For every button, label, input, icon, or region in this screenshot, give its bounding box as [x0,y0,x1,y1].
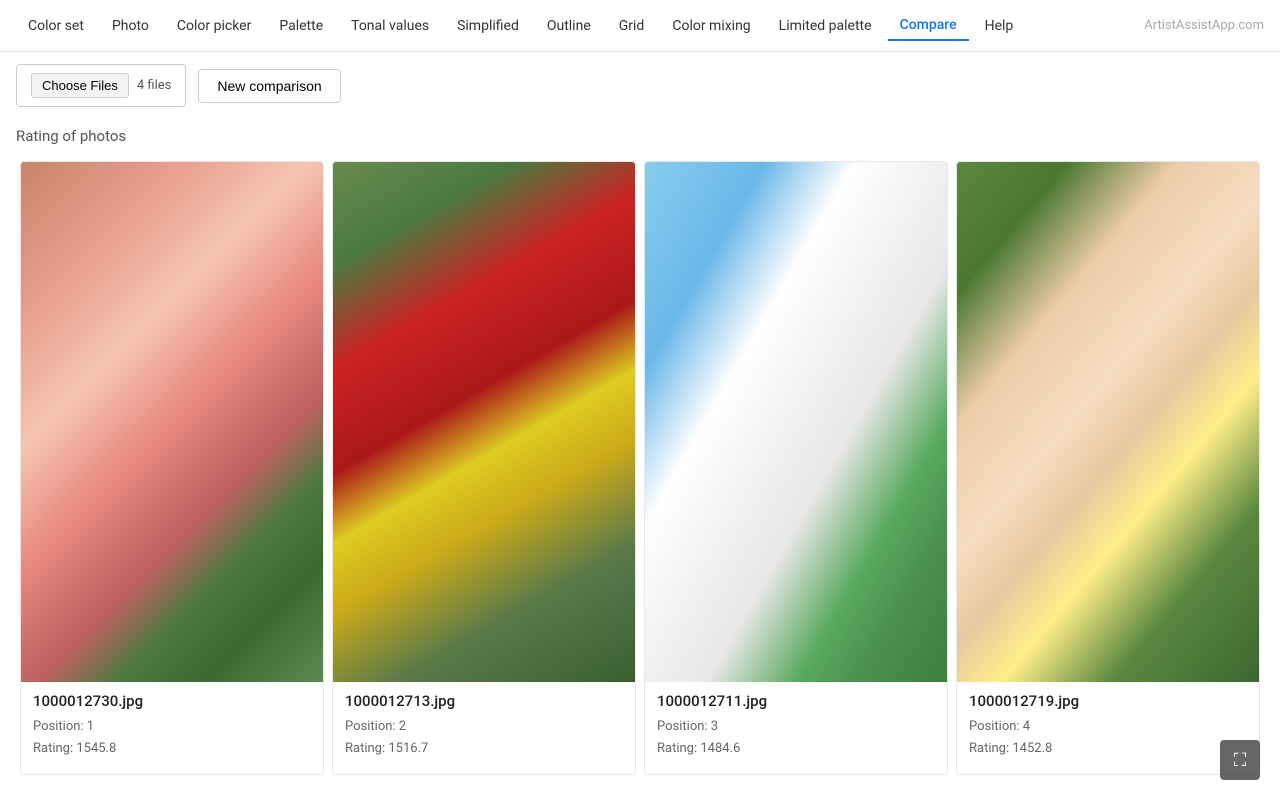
photo-info: 1000012730.jpg Position: 1 Rating: 1545.8 [21,682,323,774]
nav-item-help[interactable]: Help [973,12,1026,40]
section-title: Rating of photos [0,119,1280,157]
photo-card[interactable]: 1000012730.jpg Position: 1 Rating: 1545.8 [20,161,324,775]
nav-item-tonal-values[interactable]: Tonal values [339,12,441,40]
photo-rating: Rating: 1516.7 [345,741,428,756]
photo-card[interactable]: 1000012711.jpg Position: 3 Rating: 1484.6 [644,161,948,775]
nav-item-limited-palette[interactable]: Limited palette [767,12,884,40]
photo-filename: 1000012713.jpg [345,692,623,710]
photo-position: Position: 2 [345,719,406,734]
photo-filename: 1000012719.jpg [969,692,1247,710]
photo-rating: Rating: 1484.6 [657,741,740,756]
photo-card[interactable]: 1000012713.jpg Position: 2 Rating: 1516.7 [332,161,636,775]
choose-files-label[interactable]: Choose Files 4 files [16,64,186,107]
nav-item-compare[interactable]: Compare [888,11,969,41]
photo-meta: Position: 1 Rating: 1545.8 [33,716,311,760]
file-count: 4 files [137,78,172,93]
toolbar: Choose Files 4 files New comparison [0,52,1280,119]
photo-meta: Position: 3 Rating: 1484.6 [657,716,935,760]
photo-thumbnail-3 [645,162,947,682]
fullscreen-icon: ⛶ [1234,750,1247,771]
photo-meta: Position: 2 Rating: 1516.7 [345,716,623,760]
new-comparison-button[interactable]: New comparison [198,69,340,103]
photo-info: 1000012713.jpg Position: 2 Rating: 1516.7 [333,682,635,774]
app-logo: ArtistAssistApp.com [1144,18,1264,33]
photo-info: 1000012711.jpg Position: 3 Rating: 1484.6 [645,682,947,774]
photo-info: 1000012719.jpg Position: 4 Rating: 1452.8 [957,682,1259,774]
photo-position: Position: 1 [33,719,94,734]
photo-filename: 1000012730.jpg [33,692,311,710]
nav-item-photo[interactable]: Photo [100,12,161,40]
nav-item-simplified[interactable]: Simplified [445,12,531,40]
photo-rating: Rating: 1545.8 [33,741,116,756]
photo-grid: 1000012730.jpgPosition: 1Rating: 1545.81… [0,157,1280,795]
photo-thumbnail-2 [333,162,635,682]
fullscreen-button[interactable]: ⛶ [1220,740,1260,780]
nav-item-grid[interactable]: Grid [607,12,657,40]
photo-thumbnail-1 [21,162,323,682]
nav-item-color-set[interactable]: Color set [16,12,96,40]
photo-meta: Position: 4 Rating: 1452.8 [969,716,1247,760]
photo-thumbnail-4 [957,162,1259,682]
photo-rating: Rating: 1452.8 [969,741,1052,756]
photo-position: Position: 3 [657,719,718,734]
photo-card[interactable]: 1000012719.jpg Position: 4 Rating: 1452.8 [956,161,1260,775]
nav-item-outline[interactable]: Outline [535,12,603,40]
choose-files-button[interactable]: Choose Files [31,73,129,98]
photo-filename: 1000012711.jpg [657,692,935,710]
nav-item-palette[interactable]: Palette [267,12,335,40]
main-nav: Color set Photo Color picker Palette Ton… [0,0,1280,52]
nav-item-color-picker[interactable]: Color picker [165,12,263,40]
nav-item-color-mixing[interactable]: Color mixing [660,12,762,40]
photo-position: Position: 4 [969,719,1030,734]
